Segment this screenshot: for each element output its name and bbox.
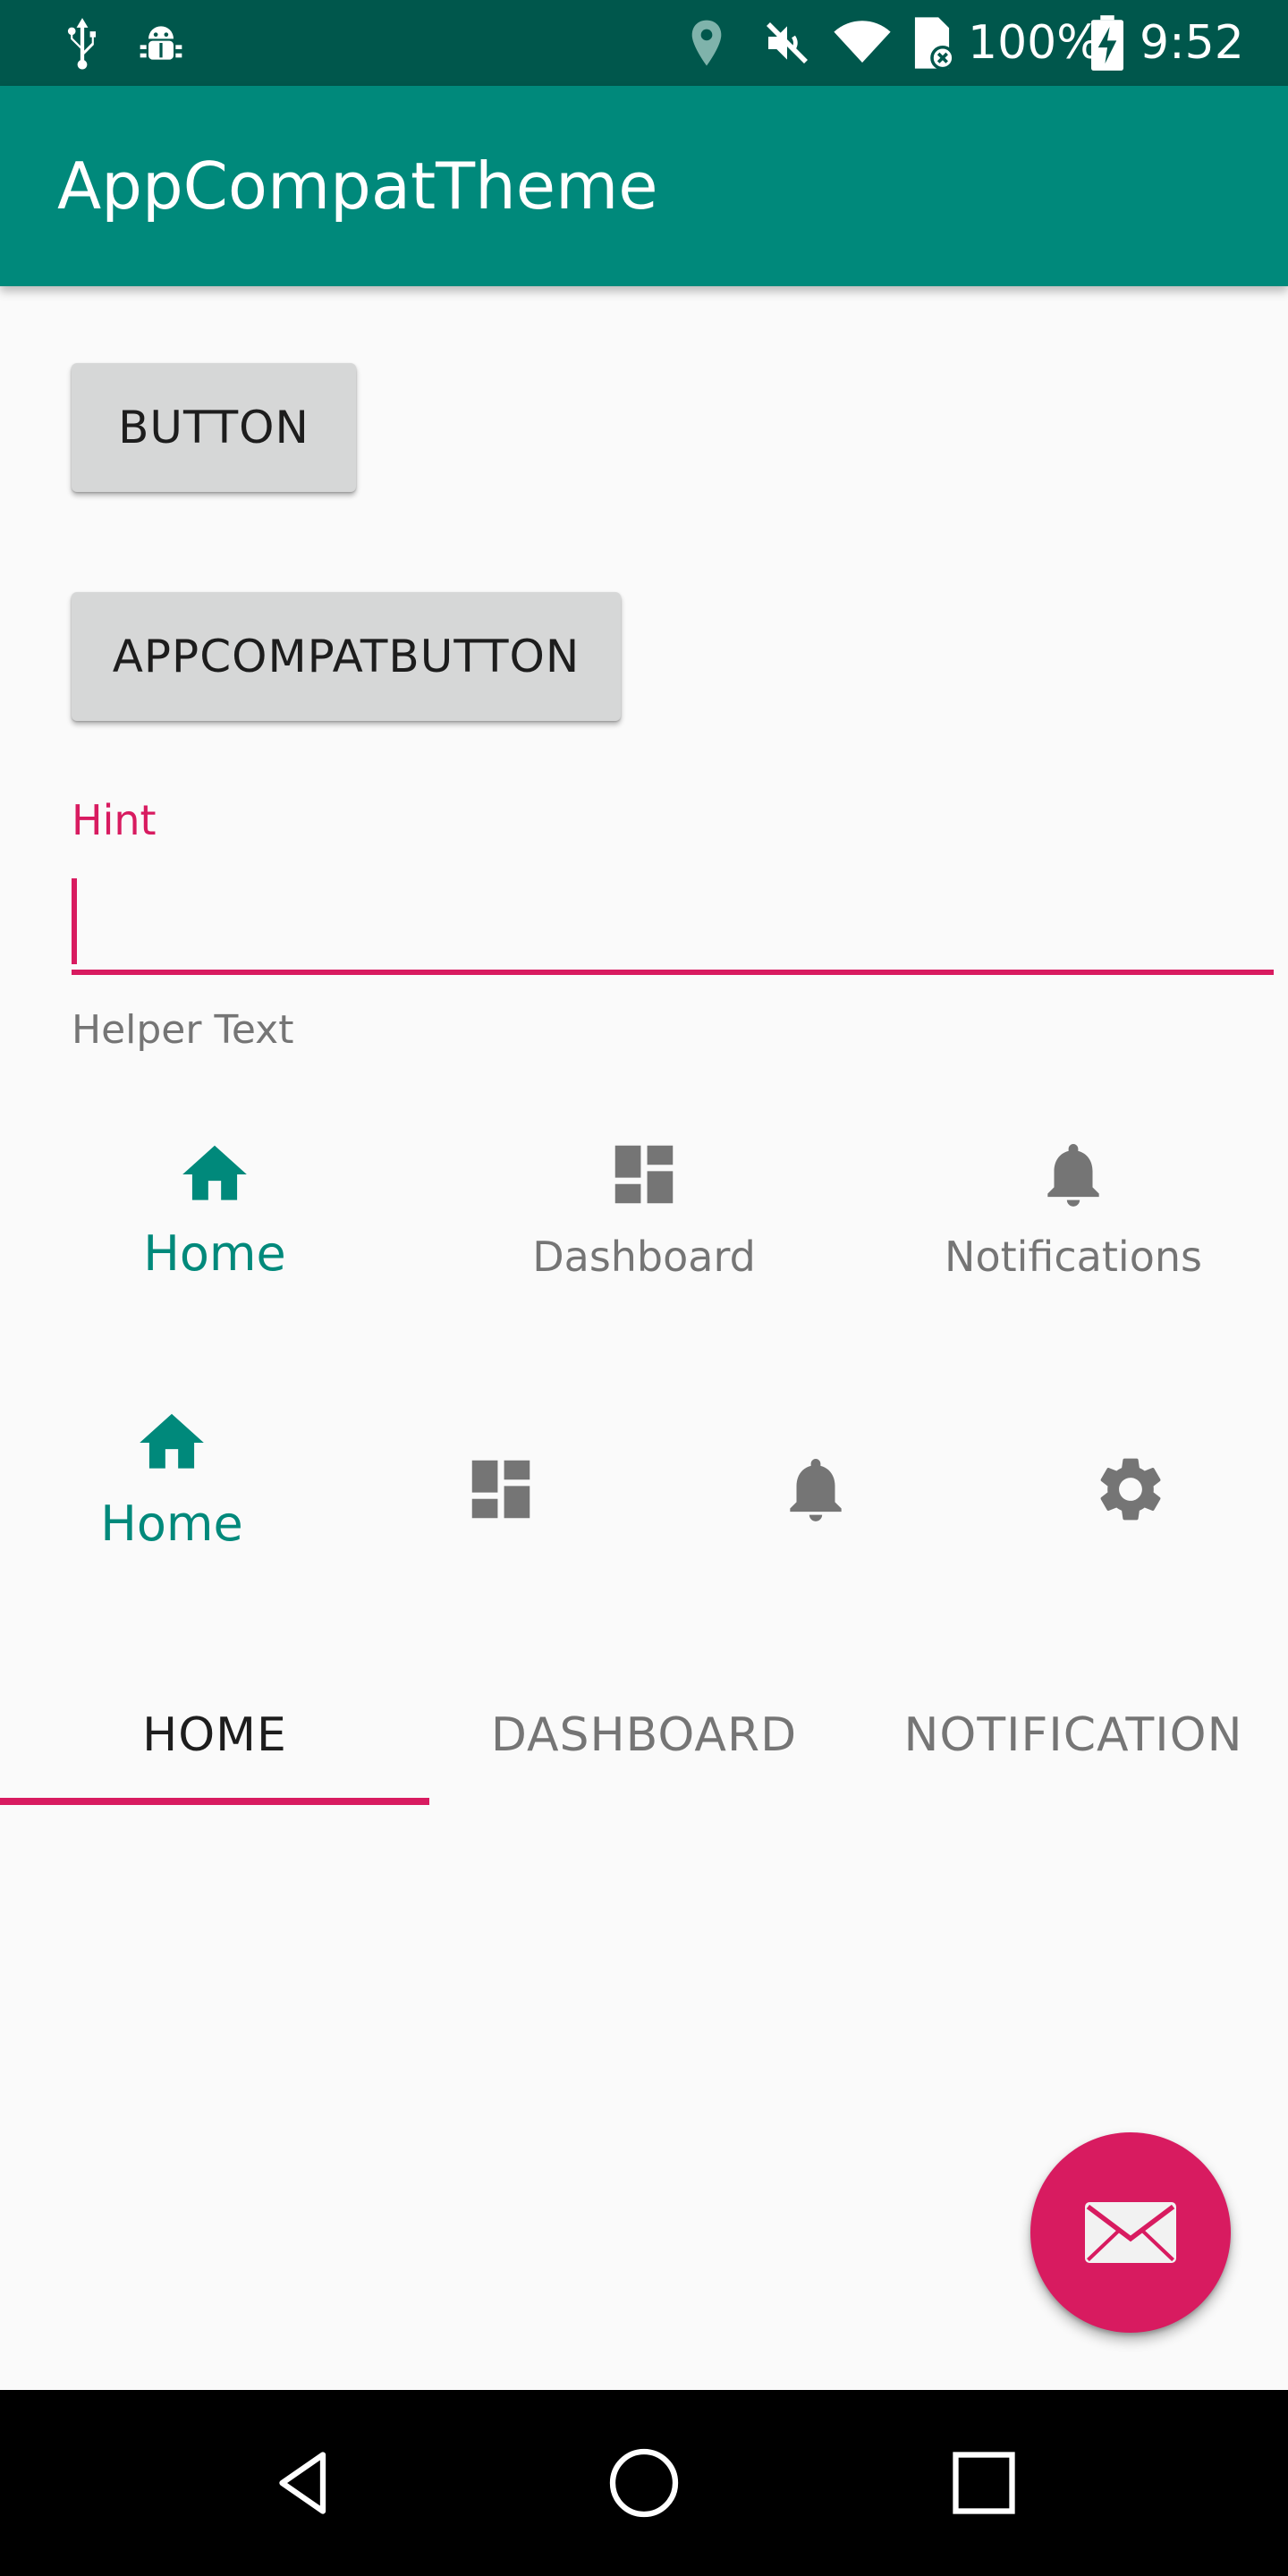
fab-email-button[interactable]	[1030, 2132, 1231, 2333]
screen: 100% 9:52 AppCompatTheme BUTTON APPCOMPA…	[0, 0, 1288, 2576]
input-underline	[72, 970, 1274, 975]
button[interactable]: BUTTON	[72, 363, 356, 492]
home-circle-icon	[606, 2445, 682, 2521]
usb-icon	[52, 13, 113, 73]
app-title: AppCompatTheme	[57, 148, 658, 224]
appcompat-button[interactable]: APPCOMPATBUTTON	[72, 592, 621, 721]
status-bar: 100% 9:52	[0, 0, 1288, 86]
nav2-item-home[interactable]: Home	[15, 1404, 328, 1583]
sim-error-icon	[902, 13, 962, 73]
wifi-icon	[832, 13, 893, 73]
app-bar: AppCompatTheme	[0, 86, 1288, 286]
back-button[interactable]	[250, 2429, 358, 2537]
battery-charging-icon	[1082, 13, 1132, 73]
nav-item-notifications[interactable]: Notifications	[859, 1136, 1288, 1315]
battery-percent: 100%	[968, 16, 1101, 70]
helper-text: Helper Text	[72, 1007, 294, 1053]
location-icon	[676, 13, 737, 73]
text-cursor	[72, 878, 77, 964]
dashboard-icon	[606, 1136, 682, 1213]
recents-icon	[946, 2445, 1021, 2521]
home-icon	[176, 1136, 253, 1213]
home-button[interactable]	[590, 2429, 698, 2537]
nav2-item-settings[interactable]	[974, 1404, 1287, 1583]
home-icon	[133, 1404, 210, 1481]
tab-notification[interactable]: NOTIFICATION	[859, 1664, 1288, 1807]
nav-label-home: Home	[143, 1225, 286, 1282]
nav-item-dashboard[interactable]: Dashboard	[429, 1136, 859, 1315]
back-icon	[267, 2445, 342, 2521]
input-hint: Hint	[72, 796, 157, 844]
tab-dashboard[interactable]: DASHBOARD	[429, 1664, 859, 1807]
tab-home[interactable]: HOME	[0, 1664, 429, 1807]
android-debug-icon	[131, 13, 191, 73]
nav-item-home[interactable]: Home	[0, 1136, 429, 1315]
nav2-item-dashboard[interactable]	[344, 1404, 657, 1583]
nav-label-dashboard: Dashboard	[532, 1233, 756, 1281]
recents-button[interactable]	[930, 2429, 1038, 2537]
tab-indicator	[0, 1798, 429, 1805]
clock: 9:52	[1140, 16, 1244, 70]
dashboard-icon	[462, 1451, 539, 1528]
nav-label-notifications: Notifications	[945, 1233, 1202, 1281]
email-icon	[1085, 2201, 1176, 2264]
bell-icon	[1035, 1136, 1112, 1213]
system-nav-bar	[0, 2390, 1288, 2576]
text-input[interactable]	[72, 868, 1274, 975]
gear-icon	[1092, 1451, 1169, 1528]
mute-icon	[757, 13, 818, 73]
nav2-item-notifications[interactable]	[659, 1404, 972, 1583]
nav2-label-home: Home	[100, 1496, 243, 1552]
bell-icon	[777, 1451, 854, 1528]
